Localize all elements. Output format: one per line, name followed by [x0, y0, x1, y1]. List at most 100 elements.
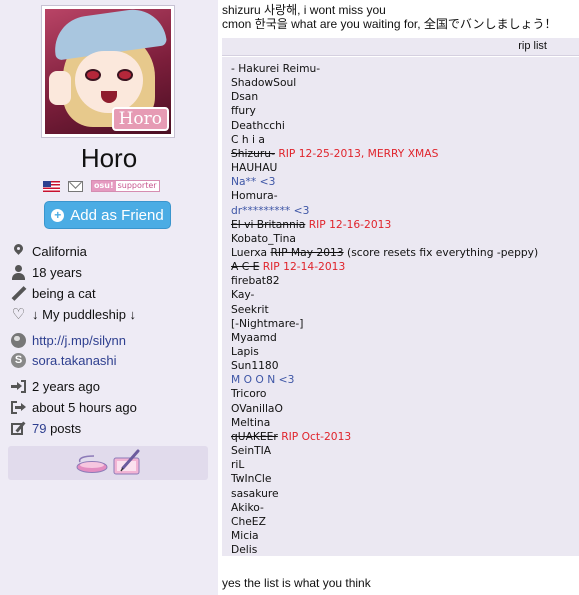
plus-icon: + — [51, 208, 65, 222]
list-item-name: Na** <3 — [231, 175, 276, 189]
list-item-name: Shizuru- — [231, 146, 275, 160]
me-line-1: shizuru 사랑해, i wont miss you — [222, 3, 386, 17]
list-item: Shizuru- RIP 12-25-2013, MERRY XMAS — [231, 147, 438, 161]
list-item-name: firebat82 — [231, 274, 280, 288]
list-item-name: Delis — [231, 543, 258, 557]
list-item-name: qUAKEEr — [231, 429, 278, 443]
globe-icon — [11, 332, 26, 348]
list-item-name: Kay- — [231, 288, 255, 302]
list-item: Luerxa RIP May 2013 (score resets fix ev… — [231, 246, 538, 260]
me-line-2: cmon 한국을 what are you waiting for, 全国でバン… — [222, 17, 557, 31]
list-item-name: El vi Britannia — [231, 217, 306, 231]
sign-in-icon — [11, 379, 26, 394]
list-item-name: M O O N <3 — [231, 373, 295, 387]
add-friend-button[interactable]: + Add as Friend — [44, 201, 171, 229]
list-item: Dsan — [231, 90, 258, 104]
last-active-text: about 5 hours ago — [32, 399, 137, 415]
list-item-rip-date: RIP 12-25-2013, MERRY XMAS — [274, 146, 439, 160]
list-item-name: OVanillaO — [231, 401, 283, 415]
list-item-name: Homura- — [231, 189, 278, 203]
profile-me-text: shizuru 사랑해, i wont miss you cmon 한국을 wh… — [222, 3, 579, 31]
list-item: El vi Britannia RIP 12-16-2013 — [231, 218, 391, 232]
list-item: TwInCle — [231, 472, 271, 486]
edit-icon — [11, 421, 26, 436]
occupation-text: being a cat — [32, 285, 96, 301]
skype-icon: S — [11, 352, 26, 368]
info-website: http://j.mp/silynn — [11, 330, 126, 350]
list-item: OVanillaO — [231, 402, 283, 416]
supporter-badge: osu! supporter — [91, 180, 160, 192]
list-item-name: Luerxa — [231, 245, 271, 259]
list-item-name: A C E — [231, 260, 260, 274]
info-joined: 2 years ago — [11, 376, 100, 396]
playstyle-box — [8, 446, 208, 480]
list-item: ffury — [231, 104, 256, 118]
list-item: Kay- — [231, 288, 254, 302]
list-item-rip-date: RIP 12-14-2013 — [259, 260, 346, 274]
avatar-label: Horo — [111, 107, 169, 131]
age-text: 18 years — [32, 264, 82, 280]
list-item: CheEZ — [231, 515, 266, 529]
interests-text: ↓ My puddleship ↓ — [32, 306, 137, 322]
list-item-rip-date: RIP 12-16-2013 — [305, 217, 392, 231]
avatar[interactable]: Horo — [41, 5, 175, 138]
list-item-name: SeinTIA — [231, 444, 272, 458]
mouse-icon — [76, 455, 108, 473]
list-item-name: riL — [231, 458, 245, 472]
heart-icon: ♡ — [11, 305, 26, 323]
list-item: [-Nightmare-] — [231, 317, 303, 331]
posts-suffix: posts — [46, 420, 82, 436]
list-item: A C E RIP 12-14-2013 — [231, 260, 345, 274]
info-occupation: being a cat — [11, 283, 96, 303]
list-item: SeinTIA — [231, 444, 271, 458]
list-item: Deathcchi — [231, 119, 285, 133]
list-item-name: Akiko- — [231, 500, 264, 514]
list-item: firebat82 — [231, 274, 280, 288]
username: Horo — [80, 143, 138, 173]
info-age: 18 years — [11, 262, 82, 282]
rip-list-panel: - Hakurei Reimu- ShadowSoul Dsan ffury Death… — [222, 57, 579, 556]
info-last-active: about 5 hours ago — [11, 397, 137, 417]
list-item: HAUHAU — [231, 161, 277, 175]
footer-text: yes the list is what you think — [222, 576, 371, 590]
pencil-icon — [11, 286, 26, 301]
list-item-name: ffury — [231, 104, 256, 118]
profile-sidebar: Horo Horo osu! supporter + Add as Friend… — [0, 0, 218, 595]
list-item: riL — [231, 458, 244, 472]
mail-icon[interactable] — [68, 180, 83, 192]
list-item-name: Sun1180 — [231, 359, 279, 373]
list-item: Sun1180 — [231, 359, 279, 373]
list-item: Na** <3 — [231, 175, 275, 189]
posts-count-link[interactable]: 79 — [32, 421, 46, 436]
list-item-name: Tricoro — [231, 387, 267, 401]
sign-out-icon — [11, 400, 26, 415]
list-item-name: CheEZ — [231, 514, 266, 528]
list-item: C h i a — [231, 133, 265, 147]
list-item-name: Dsan — [231, 90, 259, 104]
info-skype: S sora.takanashi — [11, 350, 117, 370]
website-link[interactable]: http://j.mp/silynn — [32, 333, 126, 348]
badge-row: osu! supporter — [43, 179, 160, 193]
list-item: Kobato_Tina — [231, 232, 296, 246]
list-item: Homura- — [231, 189, 278, 203]
map-pin-icon — [11, 244, 26, 259]
skype-link[interactable]: sora.takanashi — [32, 353, 117, 368]
list-item-name: Seekrit — [231, 302, 269, 316]
info-interests: ♡ ↓ My puddleship ↓ — [11, 304, 136, 324]
list-item: dr********* <3 — [231, 204, 309, 218]
list-item: Tricoro — [231, 387, 266, 401]
list-item-name: Kobato_Tina — [231, 231, 296, 245]
list-item-name: HAUHAU — [231, 161, 278, 175]
info-location: California — [11, 241, 87, 261]
add-friend-label: Add as Friend — [70, 206, 164, 224]
list-item: sasakure — [231, 487, 279, 501]
list-item: Delis — [231, 543, 257, 557]
list-item: Lapis — [231, 345, 259, 359]
list-item-name: sasakure — [231, 486, 279, 500]
rip-list-tab[interactable]: rip list — [222, 38, 579, 56]
location-text: California — [32, 243, 87, 259]
list-item: Myaamd — [231, 331, 277, 345]
list-item: M O O N <3 — [231, 373, 294, 387]
list-item: Seekrit — [231, 303, 269, 317]
list-item-note: (score resets fix everything -peppy) — [343, 245, 539, 259]
